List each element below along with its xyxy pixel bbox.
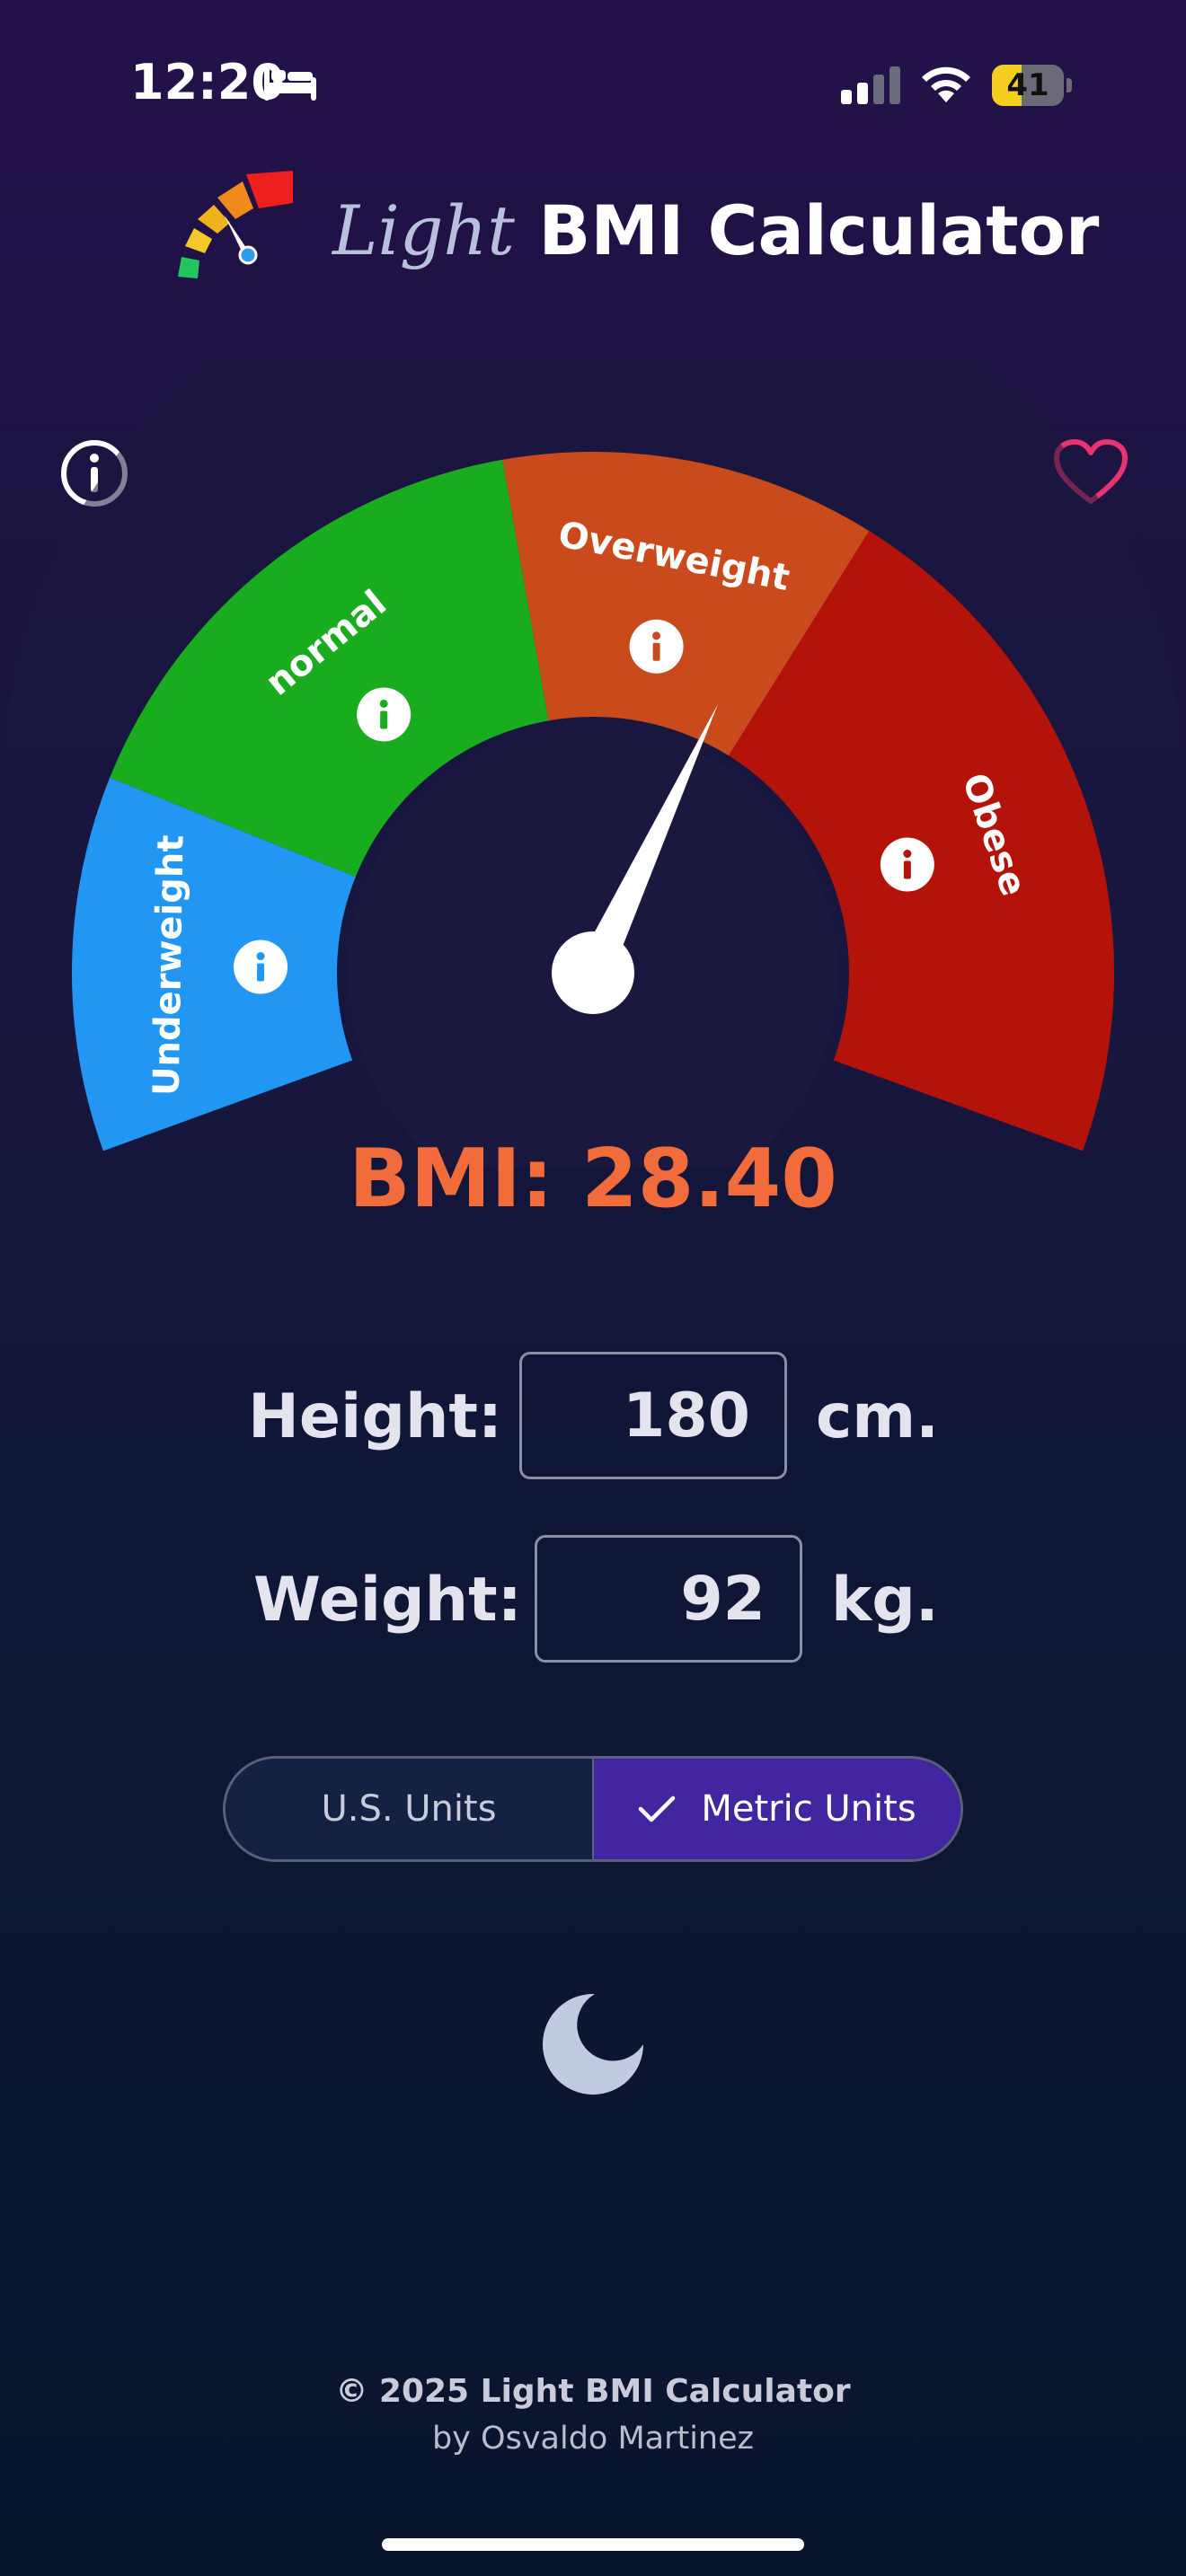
segment-info-icon[interactable]	[880, 837, 934, 892]
signal-icon	[841, 66, 900, 104]
wifi-icon	[922, 66, 970, 102]
bmi-gauge: UnderweightnormalOverweightObese	[0, 359, 1186, 1168]
metric-units-label: Metric Units	[701, 1788, 916, 1830]
check-icon	[639, 1795, 676, 1822]
segment-info-icon[interactable]	[357, 687, 412, 742]
height-label: Height:	[248, 1381, 503, 1452]
app-logo	[178, 171, 293, 278]
height-unit: cm.	[816, 1381, 939, 1452]
footer-copyright: © 2025 Light BMI Calculator	[335, 2373, 851, 2410]
segment-info-icon[interactable]	[234, 940, 288, 994]
home-indicator	[382, 2538, 804, 2551]
bed-icon	[264, 65, 316, 101]
weight-input[interactable]	[535, 1535, 802, 1663]
units-toggle: U.S. Units Metric Units	[223, 1756, 963, 1862]
us-units-label: U.S. Units	[321, 1788, 497, 1830]
battery-indicator: 41	[992, 65, 1072, 106]
gauge-hub	[552, 931, 634, 1014]
footer-author: by Osvaldo Martinez	[431, 2421, 755, 2457]
us-units-option[interactable]: U.S. Units	[226, 1759, 594, 1859]
moon-icon[interactable]	[541, 1992, 645, 2096]
bmi-result: BMI: 28.40	[349, 1132, 837, 1226]
weight-label: Weight:	[253, 1565, 522, 1636]
gauge-label-underweight: Underweight	[146, 834, 192, 1096]
app-title-main: BMI Calculator	[538, 190, 1100, 270]
height-input[interactable]	[519, 1352, 787, 1479]
app-title-light: Light	[332, 190, 515, 270]
segment-info-icon[interactable]	[629, 619, 684, 674]
weight-unit: kg.	[831, 1565, 939, 1636]
battery-percent: 41	[1006, 67, 1049, 103]
app-title: Light BMI Calculator	[332, 190, 1099, 270]
metric-units-option[interactable]: Metric Units	[594, 1759, 960, 1859]
